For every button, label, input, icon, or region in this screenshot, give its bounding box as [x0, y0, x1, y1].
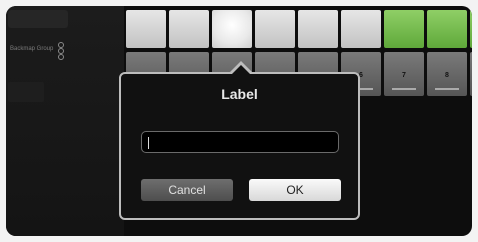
label-dialog: Label Cancel OK: [119, 72, 360, 220]
grid-button-number: 7: [402, 72, 406, 79]
grid-button[interactable]: [255, 10, 295, 48]
group-toggle-icon[interactable]: [58, 42, 64, 60]
text-caret: [148, 136, 149, 149]
left-panel: Backmap Group: [6, 6, 124, 236]
ok-button[interactable]: OK: [249, 179, 341, 201]
grid-button[interactable]: [341, 10, 381, 48]
backmap-group-label: Backmap Group: [10, 46, 54, 52]
label-input[interactable]: [141, 131, 339, 153]
left-panel-subbutton[interactable]: [8, 82, 44, 102]
grid-button[interactable]: [169, 10, 209, 48]
cancel-button[interactable]: Cancel: [141, 179, 233, 201]
grid-button[interactable]: [126, 10, 166, 48]
grid-button-green[interactable]: [427, 10, 467, 48]
grid-button-green[interactable]: [470, 10, 472, 48]
grid-button-9[interactable]: 9: [470, 52, 472, 96]
dialog-pointer-arrow-fill: [232, 65, 250, 74]
grid-button-active[interactable]: [212, 10, 252, 48]
grid-button-8[interactable]: 8: [427, 52, 467, 96]
grid-button-7[interactable]: 7: [384, 52, 424, 96]
grid-button-number: 8: [445, 72, 449, 79]
grid-button-green[interactable]: [384, 10, 424, 48]
grid-button[interactable]: [298, 10, 338, 48]
app-screen: Backmap Group 6 7 8 9 Label Cancel OK: [6, 6, 472, 236]
dialog-title: Label: [221, 86, 258, 102]
left-panel-tab[interactable]: [8, 10, 68, 28]
